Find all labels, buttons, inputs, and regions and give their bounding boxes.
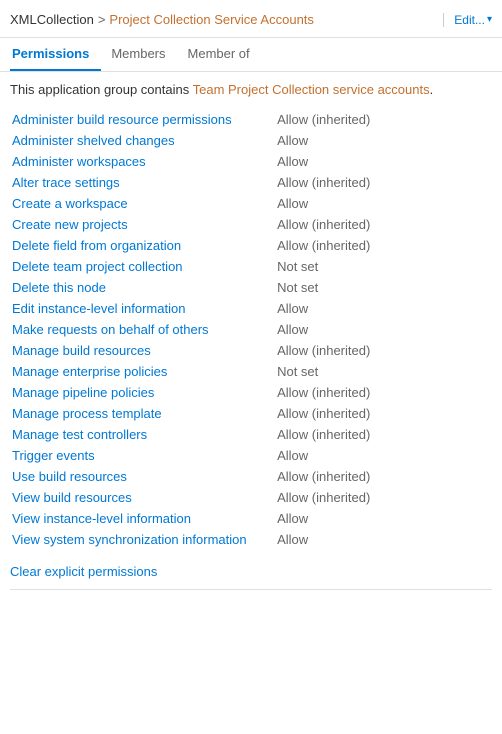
permission-value: Allow (inherited) [275, 403, 492, 424]
permission-value: Not set [275, 361, 492, 382]
edit-button[interactable]: Edit... ▾ [443, 13, 492, 27]
permission-value: Allow (inherited) [275, 235, 492, 256]
table-row: Manage test controllersAllow (inherited) [10, 424, 492, 445]
permission-value: Allow (inherited) [275, 109, 492, 130]
permission-name[interactable]: Administer shelved changes [10, 130, 275, 151]
permission-value: Not set [275, 277, 492, 298]
table-row: Trigger eventsAllow [10, 445, 492, 466]
permission-name[interactable]: Edit instance-level information [10, 298, 275, 319]
table-row: Administer build resource permissionsAll… [10, 109, 492, 130]
permission-name[interactable]: Delete team project collection [10, 256, 275, 277]
permission-value: Allow (inherited) [275, 487, 492, 508]
permission-name[interactable]: Manage build resources [10, 340, 275, 361]
table-row: Create a workspaceAllow [10, 193, 492, 214]
permission-name[interactable]: Delete field from organization [10, 235, 275, 256]
edit-label: Edit... [454, 13, 485, 27]
permission-value: Allow [275, 193, 492, 214]
permission-value: Allow (inherited) [275, 340, 492, 361]
permission-name[interactable]: Make requests on behalf of others [10, 319, 275, 340]
table-row: Make requests on behalf of othersAllow [10, 319, 492, 340]
clear-permissions-link[interactable]: Clear explicit permissions [10, 564, 157, 579]
permission-name[interactable]: View instance-level information [10, 508, 275, 529]
permission-name[interactable]: Use build resources [10, 466, 275, 487]
permission-name[interactable]: Trigger events [10, 445, 275, 466]
permission-name[interactable]: Manage pipeline policies [10, 382, 275, 403]
table-row: Edit instance-level informationAllow [10, 298, 492, 319]
table-row: Create new projectsAllow (inherited) [10, 214, 492, 235]
table-row: Manage enterprise policiesNot set [10, 361, 492, 382]
permission-name[interactable]: Manage test controllers [10, 424, 275, 445]
permission-name[interactable]: Create new projects [10, 214, 275, 235]
table-row: View system synchronization informationA… [10, 529, 492, 550]
tabs-bar: PermissionsMembers Member of [0, 38, 502, 72]
info-text-before: This application group contains [10, 82, 193, 97]
permission-name[interactable]: Manage process template [10, 403, 275, 424]
breadcrumb-link[interactable]: XMLCollection [10, 12, 94, 27]
permission-name[interactable]: View build resources [10, 487, 275, 508]
info-text-after: . [430, 82, 434, 97]
permission-value: Allow [275, 151, 492, 172]
permission-value: Allow [275, 130, 492, 151]
table-row: Administer shelved changesAllow [10, 130, 492, 151]
table-row: Delete team project collectionNot set [10, 256, 492, 277]
permission-name[interactable]: Administer build resource permissions [10, 109, 275, 130]
permission-value: Allow (inherited) [275, 382, 492, 403]
permission-name[interactable]: Create a workspace [10, 193, 275, 214]
table-row: Use build resourcesAllow (inherited) [10, 466, 492, 487]
table-row: Administer workspacesAllow [10, 151, 492, 172]
permission-name[interactable]: Alter trace settings [10, 172, 275, 193]
edit-arrow: ▾ [487, 14, 492, 25]
table-row: View instance-level informationAllow [10, 508, 492, 529]
breadcrumb: XMLCollection > Project Collection Servi… [10, 12, 435, 27]
permission-name[interactable]: Manage enterprise policies [10, 361, 275, 382]
breadcrumb-current: Project Collection Service Accounts [109, 12, 313, 27]
permission-name[interactable]: Administer workspaces [10, 151, 275, 172]
footer-bar [10, 589, 492, 593]
table-row: Manage pipeline policiesAllow (inherited… [10, 382, 492, 403]
table-row: Manage process templateAllow (inherited) [10, 403, 492, 424]
permission-value: Allow (inherited) [275, 424, 492, 445]
permission-value: Allow [275, 508, 492, 529]
info-highlight: Team Project Collection service accounts [193, 82, 430, 97]
tab-permissions[interactable]: Permissions [10, 38, 101, 71]
permission-value: Allow (inherited) [275, 214, 492, 235]
table-row: Alter trace settingsAllow (inherited) [10, 172, 492, 193]
permission-name[interactable]: View system synchronization information [10, 529, 275, 550]
tab-member-of[interactable]: Member of [186, 38, 262, 71]
info-text: This application group contains Team Pro… [10, 82, 492, 97]
table-row: Delete this nodeNot set [10, 277, 492, 298]
table-row: Delete field from organizationAllow (inh… [10, 235, 492, 256]
table-row: View build resourcesAllow (inherited) [10, 487, 492, 508]
breadcrumb-separator: > [98, 12, 106, 27]
main-content: This application group contains Team Pro… [0, 72, 502, 603]
permission-value: Allow [275, 319, 492, 340]
permission-name[interactable]: Delete this node [10, 277, 275, 298]
permission-value: Allow (inherited) [275, 466, 492, 487]
tab-members[interactable]: Members [109, 38, 177, 71]
permission-value: Allow (inherited) [275, 172, 492, 193]
permissions-table: Administer build resource permissionsAll… [10, 109, 492, 550]
permission-value: Not set [275, 256, 492, 277]
permission-value: Allow [275, 529, 492, 550]
table-row: Manage build resourcesAllow (inherited) [10, 340, 492, 361]
page-header: XMLCollection > Project Collection Servi… [0, 0, 502, 38]
permission-value: Allow [275, 298, 492, 319]
permission-value: Allow [275, 445, 492, 466]
